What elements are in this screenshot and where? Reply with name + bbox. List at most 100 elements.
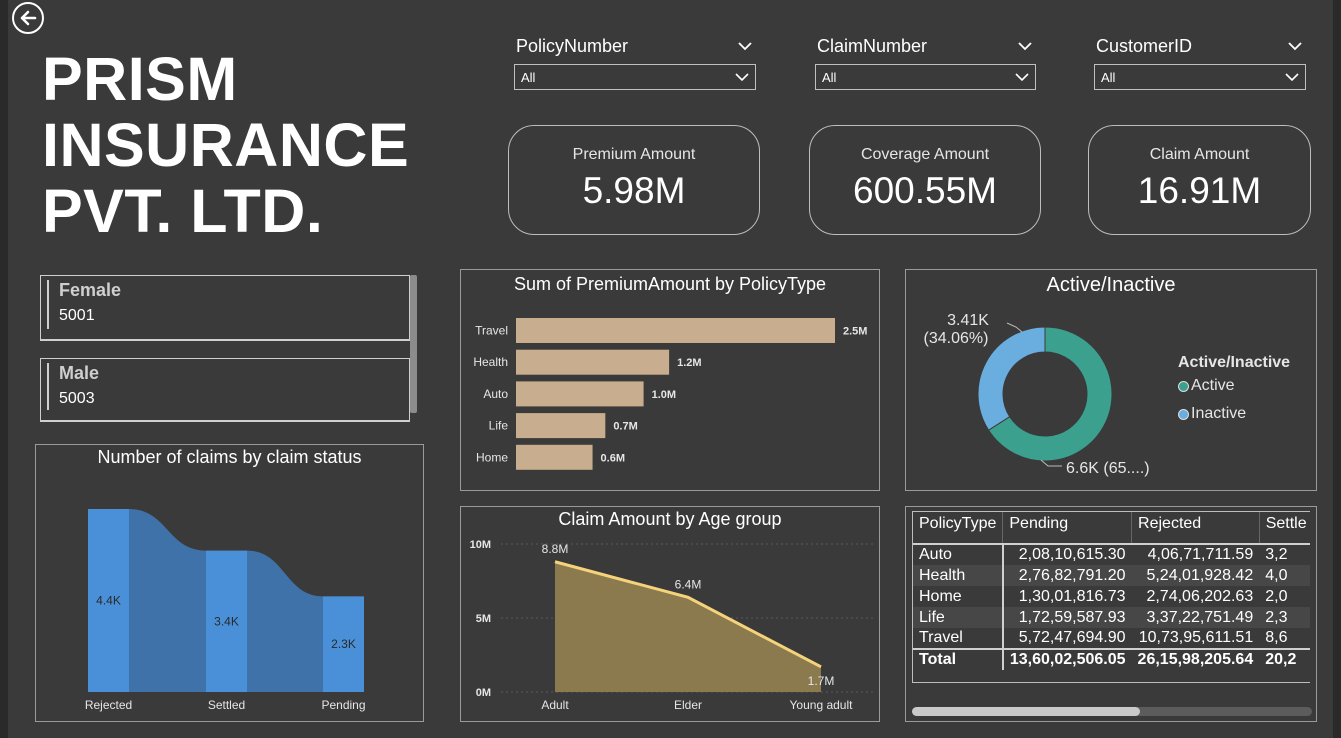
donut-legend: Active/Inactive Active Inactive [1178, 354, 1290, 423]
ribbon-connector [247, 550, 323, 692]
legend-label: Inactive [1191, 405, 1247, 422]
data-label: 2.3K [331, 637, 356, 651]
gender-card-female[interactable]: Female 5001 [40, 275, 410, 341]
value-cell: 20,2 [1265, 651, 1297, 668]
table-row[interactable]: Home 1,30,01,816.73 2,74,06,202.63 2,0 [913, 586, 1310, 607]
premium-bar-chart: Travel 2.5M Health 1.2M Auto 1.0M Life 0.7M Home… [473, 318, 867, 470]
slicer-label: CustomerID [1096, 35, 1193, 56]
data-label: 4.4K [96, 594, 121, 608]
slicer-label: PolicyNumber [516, 35, 629, 56]
row-header-cell: Home [913, 586, 1004, 607]
data-label: 3.4K [214, 614, 239, 628]
total-row[interactable]: Total 13,60,02,506.05 26,15,98,205.64 20,2 [913, 649, 1310, 670]
category-label: Settled [208, 698, 245, 712]
premium-bar [516, 381, 644, 407]
y-tick-label: 5M [476, 613, 491, 625]
legend-item-inactive[interactable]: Inactive [1178, 405, 1290, 423]
category-label: Health [473, 355, 508, 369]
matrix-horizontal-scrollbar[interactable] [912, 707, 1312, 716]
slicer-value: All [521, 69, 536, 85]
gender-card-male[interactable]: Male 5003 [40, 358, 410, 422]
gender-label: Male [59, 363, 100, 383]
data-label: 0.7M [613, 421, 637, 433]
value-cell: 3,37,22,751.49 [1131, 607, 1260, 628]
category-label: Rejected [85, 698, 132, 712]
category-label: Pending [321, 698, 365, 712]
data-label: 6.4M [675, 577, 702, 591]
legend-dot-icon [1178, 380, 1189, 392]
claim-by-age-panel: Claim Amount by Age group 10M 5M 0M Adult 8.… [460, 506, 880, 722]
data-label: 1.0M [652, 389, 676, 401]
customerid-slicer[interactable]: CustomerID All [1094, 34, 1306, 90]
donut-label-inactive-pct: (34.06%) [924, 330, 989, 347]
row-header-cell: Life [913, 607, 1004, 628]
kpi-value: 16.91M [1137, 170, 1262, 211]
policynumber-dropdown[interactable]: All [514, 64, 756, 90]
arrow-left-circle-icon [20, 10, 37, 26]
category-label: Adult [541, 698, 569, 712]
policynumber-slicer[interactable]: PolicyNumber All [514, 34, 756, 90]
slicer-value: All [822, 69, 837, 85]
row-header-cell: Health [913, 565, 1004, 586]
data-label: 1.7M [808, 674, 835, 688]
value-cell: 3,2 [1265, 546, 1288, 563]
chevron-down-icon[interactable] [738, 41, 752, 51]
data-label: 0.6M [601, 452, 625, 464]
legend-dot-icon [1178, 408, 1189, 420]
table-row[interactable]: Life 1,72,59,587.93 3,37,22,751.49 2,3 [913, 607, 1310, 628]
value-cell: 10,73,95,611.51 [1138, 629, 1254, 646]
claims-ribbon-chart: 4.4K Rejected 3.4K Settled 2.3K Pending [85, 509, 366, 712]
chevron-down-icon [735, 72, 749, 81]
donut-label-active: 6.6K (65....) [1066, 460, 1150, 477]
legend-item-active[interactable]: Active [1178, 377, 1290, 395]
legend-label: Active [1191, 377, 1235, 394]
kpi-label: Claim Amount [1149, 146, 1250, 163]
claims-matrix-table: PolicyType Pending Rejected Settle Auto 2… [913, 512, 1310, 670]
column-header[interactable]: Pending [1002, 512, 1133, 544]
column-header[interactable]: Rejected [1131, 512, 1260, 544]
ribbon-connector [129, 509, 206, 692]
claimnumber-slicer[interactable]: ClaimNumber All [815, 34, 1036, 90]
category-label: Elder [674, 698, 702, 712]
kpi-value: 600.55M [853, 170, 997, 211]
title-line-3: PVT. LTD. [42, 177, 324, 245]
value-cell: 5,72,47,694.90 [1018, 629, 1126, 646]
chevron-down-icon [1285, 72, 1299, 81]
kpi-label: Premium Amount [572, 146, 696, 163]
table-row[interactable]: Travel 5,72,47,694.90 10,73,95,611.51 8,6 [913, 628, 1310, 649]
donut-label-inactive-value: 3.41K [947, 312, 989, 329]
table-row[interactable]: Health 2,76,82,791.20 5,24,01,928.42 4,0 [913, 565, 1310, 586]
company-title: PRISM INSURANCE PVT. LTD. [42, 46, 409, 244]
value-cell: 4,0 [1259, 565, 1310, 586]
category-label: Travel [475, 324, 508, 338]
claimnumber-dropdown[interactable]: All [815, 64, 1036, 90]
category-label: Young adult [790, 698, 854, 712]
column-header[interactable]: Settle [1259, 512, 1310, 544]
slicer-label: ClaimNumber [817, 35, 928, 56]
chevron-down-icon[interactable] [1018, 41, 1032, 51]
scrollbar-thumb[interactable] [912, 707, 1140, 716]
gender-cards-scrollbar[interactable] [410, 275, 417, 413]
row-header-cell: Auto [913, 544, 1004, 565]
back-button[interactable] [12, 2, 44, 34]
chevron-down-icon [1015, 72, 1029, 81]
matrix-body: Auto 2,08,10,615.30 4,06,71,711.59 3,2 Healt… [913, 544, 1310, 670]
title-line-2: INSURANCE [42, 111, 410, 179]
gender-label: Female [59, 280, 122, 300]
active-inactive-panel: Active/Inactive 3.41K (34.06%) 6.6K (65...… [905, 269, 1317, 491]
kpi-claim-amount: Claim Amount 16.91M [1088, 125, 1311, 235]
gender-count: 5001 [59, 307, 95, 324]
slicer-value: All [1101, 69, 1116, 85]
value-cell: 2,08,10,615.30 [1018, 546, 1126, 563]
leader-line-inactive [1006, 322, 1023, 333]
value-cell: 26,15,98,205.64 [1137, 651, 1254, 668]
premium-bar [516, 444, 593, 470]
value-cell: 2,76,82,791.20 [1002, 565, 1132, 586]
customerid-dropdown[interactable]: All [1094, 64, 1306, 90]
column-header[interactable]: PolicyType [913, 512, 1004, 544]
value-cell: 2,3 [1259, 607, 1310, 628]
chevron-down-icon[interactable] [1288, 41, 1302, 51]
table-row[interactable]: Auto 2,08,10,615.30 4,06,71,711.59 3,2 [913, 544, 1310, 565]
value-cell: 8,6 [1265, 629, 1288, 646]
claim-age-area-chart: 10M 5M 0M Adult 8.8M Elder 6.4M Young adult 1.7M [470, 539, 873, 712]
